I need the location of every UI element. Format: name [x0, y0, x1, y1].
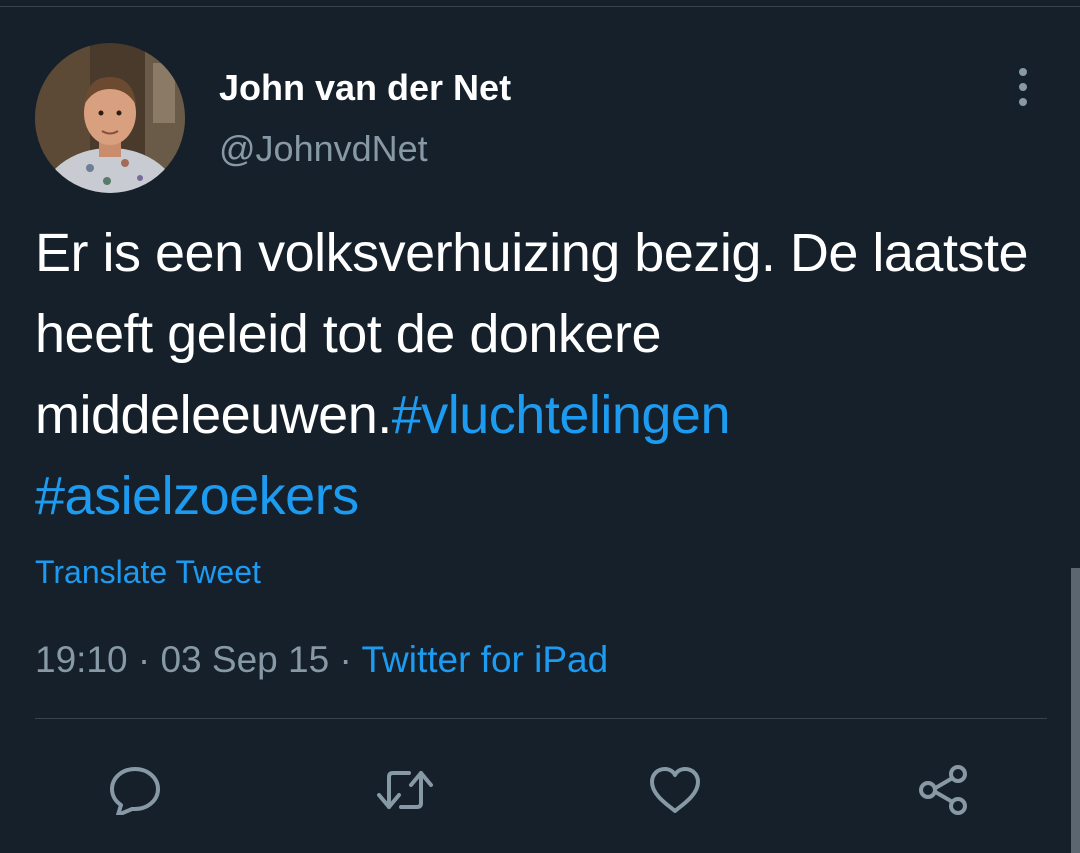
- avatar-photo: [35, 43, 185, 193]
- tweet-meta: 19:10 · 03 Sep 15 · Twitter for iPad: [35, 636, 608, 684]
- top-divider: [0, 0, 1080, 7]
- tweet-time[interactable]: 19:10: [35, 639, 128, 680]
- tweet-date[interactable]: 03 Sep 15: [160, 639, 329, 680]
- share-button[interactable]: [914, 760, 974, 820]
- author-display-name[interactable]: John van der Net: [219, 66, 511, 110]
- retweet-button[interactable]: [375, 760, 435, 820]
- scrollbar-thumb[interactable]: [1071, 568, 1080, 853]
- reply-icon: [110, 767, 160, 815]
- author-handle[interactable]: @JohnvdNet: [219, 127, 428, 171]
- share-icon: [919, 765, 967, 815]
- like-icon: [650, 767, 700, 813]
- tweet-text: Er is een volksverhuizing bezig. De laat…: [35, 213, 1045, 537]
- retweet-icon: [377, 771, 433, 809]
- more-options-button[interactable]: [1003, 62, 1043, 112]
- more-icon-dot: [1019, 68, 1027, 76]
- tweet-source-link[interactable]: Twitter for iPad: [361, 639, 608, 680]
- hashtag-link[interactable]: #vluchtelingen: [392, 385, 731, 445]
- reply-button[interactable]: [105, 760, 165, 820]
- more-icon-dot: [1019, 83, 1027, 91]
- action-divider: [35, 718, 1047, 719]
- meta-separator: ·: [339, 639, 352, 680]
- like-button[interactable]: [645, 760, 705, 820]
- avatar[interactable]: [35, 43, 185, 193]
- translate-tweet-link[interactable]: Translate Tweet: [35, 551, 261, 593]
- more-icon-dot: [1019, 98, 1027, 106]
- meta-separator: ·: [137, 639, 151, 680]
- hashtag-link[interactable]: #asielzoekers: [35, 466, 359, 526]
